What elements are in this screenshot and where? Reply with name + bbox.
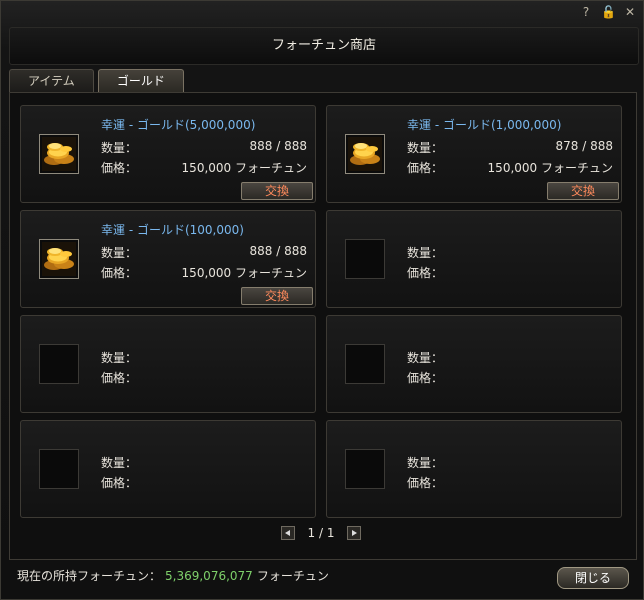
empty-icon-frame [345, 449, 385, 489]
item-icon-frame[interactable] [39, 239, 79, 279]
price-label: 価格： [101, 371, 138, 385]
close-button[interactable]: 閉じる [557, 567, 629, 589]
quantity-label: 数量： [101, 456, 138, 470]
item-icon-frame[interactable] [345, 134, 385, 174]
quantity-label: 数量： [407, 351, 444, 365]
gold-coins-icon [348, 137, 382, 171]
fortune-balance: 現在の所持フォーチュン： 5,369,076,077 フォーチュン [17, 567, 329, 584]
price-label: 価格： [101, 266, 138, 280]
shop-slot-empty: 数量： 価格： [20, 315, 316, 413]
tab-gold[interactable]: ゴールド [97, 69, 184, 93]
empty-icon-frame [345, 239, 385, 279]
shop-slot-empty: 数量： 価格： [20, 420, 316, 518]
window-title: フォーチュン商店 [9, 27, 639, 65]
lock-icon[interactable]: 🔓 [601, 5, 616, 19]
window-controls: ? 🔓 ✕ [579, 5, 637, 19]
balance-unit: フォーチュン [256, 569, 329, 583]
item-icon-frame[interactable] [39, 134, 79, 174]
tab-items[interactable]: アイテム [9, 69, 94, 92]
item-name: 幸運 - ゴールド(5,000,000) [101, 118, 256, 132]
next-page-button[interactable] [346, 526, 361, 540]
price-value: 150,000 フォーチュン [487, 161, 613, 175]
price-label: 価格： [407, 266, 444, 280]
shop-panel: 幸運 - ゴールド(5,000,000) 数量： 888 / 888 価格： 1… [9, 92, 637, 560]
page-indicator: 1 / 1 [307, 526, 335, 540]
quantity-label: 数量： [407, 456, 444, 470]
balance-amount: 5,369,076,077 [165, 569, 253, 583]
empty-icon-frame [39, 449, 79, 489]
exchange-button[interactable]: 交換 [547, 182, 619, 200]
price-label: 価格： [407, 371, 444, 385]
gold-coins-icon [42, 137, 76, 171]
help-icon[interactable]: ? [579, 5, 593, 19]
price-value: 150,000 フォーチュン [181, 161, 307, 175]
tab-bar: アイテム ゴールド [9, 69, 184, 93]
quantity-value: 888 / 888 [249, 139, 307, 153]
item-name: 幸運 - ゴールド(100,000) [101, 223, 244, 237]
quantity-label: 数量： [101, 141, 138, 155]
price-label: 価格： [407, 476, 444, 490]
fortune-shop-window: ? 🔓 ✕ フォーチュン商店 アイテム ゴールド 幸運 - ゴールド(5,000… [0, 0, 644, 600]
gold-coins-icon [42, 242, 76, 276]
shop-slot-empty: 数量： 価格： [326, 315, 622, 413]
item-name: 幸運 - ゴールド(1,000,000) [407, 118, 562, 132]
quantity-value: 878 / 888 [555, 139, 613, 153]
price-value: 150,000 フォーチュン [181, 266, 307, 280]
shop-slot: 幸運 - ゴールド(1,000,000) 数量： 878 / 888 価格： 1… [326, 105, 622, 203]
price-label: 価格： [407, 161, 444, 175]
exchange-button[interactable]: 交換 [241, 182, 313, 200]
exchange-button[interactable]: 交換 [241, 287, 313, 305]
quantity-label: 数量： [407, 141, 444, 155]
pagination: 1 / 1 [281, 525, 361, 541]
price-label: 価格： [101, 476, 138, 490]
close-icon[interactable]: ✕ [623, 5, 637, 19]
shop-slot: 幸運 - ゴールド(5,000,000) 数量： 888 / 888 価格： 1… [20, 105, 316, 203]
quantity-label: 数量： [407, 246, 444, 260]
balance-label: 現在の所持フォーチュン： [17, 569, 162, 583]
price-label: 価格： [101, 161, 138, 175]
shop-slot-empty: 数量： 価格： [326, 420, 622, 518]
shop-slot: 幸運 - ゴールド(100,000) 数量： 888 / 888 価格： 150… [20, 210, 316, 308]
empty-icon-frame [39, 344, 79, 384]
quantity-value: 888 / 888 [249, 244, 307, 258]
shop-slot-empty: 数量： 価格： [326, 210, 622, 308]
quantity-label: 数量： [101, 246, 138, 260]
prev-page-button[interactable] [281, 526, 295, 540]
empty-icon-frame [345, 344, 385, 384]
quantity-label: 数量： [101, 351, 138, 365]
